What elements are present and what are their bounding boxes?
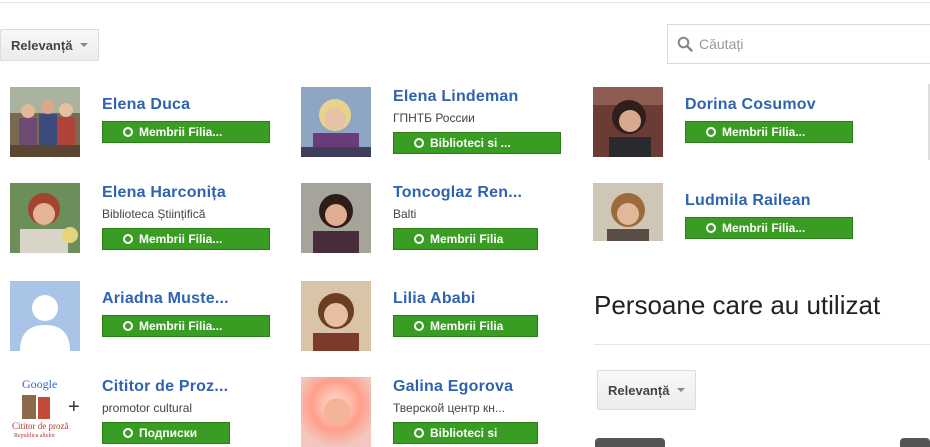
person-card[interactable]: Elena Harconița Biblioteca Științifică M… [10, 183, 280, 253]
chevron-down-icon [80, 43, 89, 47]
person-name[interactable]: Cititor de Proz... [102, 378, 228, 396]
circle-icon [706, 223, 716, 233]
person-name[interactable]: Ludmila Railean [685, 192, 811, 210]
person-card[interactable]: Ludmila Railean Membrii Filia... [593, 183, 863, 253]
logo-small-text: Republica altelor [14, 433, 56, 439]
search-icon [677, 36, 693, 52]
person-card[interactable]: Elena Duca Membrii Filia... [10, 87, 280, 157]
sort-label: Relevanță [608, 382, 670, 398]
circle-button[interactable]: Membrii Filia... [685, 121, 853, 143]
person-name[interactable]: Dorina Cosumov [685, 96, 816, 114]
circle-button[interactable]: Membrii Filia [393, 228, 538, 250]
avatar[interactable] [595, 438, 665, 447]
circle-button[interactable]: Membrii Filia... [685, 217, 853, 239]
logo-google-text: Google [22, 377, 58, 391]
person-card[interactable]: Ariadna Muste... Membrii Filia... [10, 281, 280, 351]
circle-label: Biblioteci si [430, 426, 498, 440]
person-card[interactable]: Toncoglaz Ren... Balti Membrii Filia [301, 183, 571, 253]
circle-label: Membrii Filia... [139, 125, 223, 139]
avatar[interactable] [10, 183, 80, 253]
search-placeholder: Căutați [699, 36, 744, 52]
circle-icon [414, 321, 424, 331]
circle-label: Biblioteci si ... [430, 136, 511, 150]
avatar[interactable]: + Google Cititor de proză Republica alte… [10, 377, 80, 447]
avatar[interactable] [301, 377, 371, 447]
person-subtitle: Biblioteca Științifică [102, 207, 206, 221]
section-heading: Persoane care au utilizat [594, 290, 881, 320]
logo-caption-text: Cititor de proză [12, 421, 69, 431]
person-card[interactable]: + Google Cititor de proză Republica alte… [10, 377, 280, 447]
circle-icon [414, 428, 424, 438]
circle-icon [414, 138, 424, 148]
avatar[interactable] [593, 87, 663, 157]
circle-icon [123, 234, 133, 244]
avatar[interactable] [301, 281, 371, 351]
circle-label: Подписки [139, 426, 198, 440]
circle-label: Membrii Filia... [722, 125, 806, 139]
person-subtitle: Тверской центр кн... [393, 401, 505, 415]
circle-icon [123, 428, 133, 438]
avatar[interactable] [301, 183, 371, 253]
circle-button[interactable]: Membrii Filia... [102, 315, 270, 337]
circle-icon [414, 234, 424, 244]
person-subtitle: promotor cultural [102, 401, 193, 415]
section-divider [594, 344, 930, 345]
circle-button[interactable]: Biblioteci si ... [393, 132, 561, 154]
avatar[interactable] [301, 87, 371, 157]
circle-label: Membrii Filia... [139, 319, 223, 333]
avatar[interactable] [10, 281, 80, 351]
circle-icon [706, 127, 716, 137]
circle-label: Membrii Filia [430, 232, 504, 246]
circle-button[interactable]: Подписки [102, 422, 230, 444]
chevron-down-icon [677, 388, 686, 392]
person-card[interactable]: Dorina Cosumov Membrii Filia... [593, 87, 863, 157]
circle-label: Membrii Filia... [722, 221, 806, 235]
person-name[interactable]: Elena Duca [102, 96, 190, 114]
person-name[interactable]: Elena Harconița [102, 184, 226, 202]
avatar[interactable] [900, 438, 930, 447]
circle-button[interactable]: Membrii Filia [393, 315, 538, 337]
search-box[interactable]: Căutați [667, 24, 930, 64]
avatar[interactable] [10, 87, 80, 157]
person-subtitle: ГПНТБ России [393, 111, 475, 125]
circle-button[interactable]: Biblioteci si [393, 422, 538, 444]
person-name[interactable]: Elena Lindeman [393, 88, 519, 106]
person-subtitle: Balti [393, 207, 417, 221]
circle-icon [123, 127, 133, 137]
circle-icon [123, 321, 133, 331]
sort-label: Relevanță [11, 37, 73, 53]
circle-button[interactable]: Membrii Filia... [102, 121, 270, 143]
svg-text:+: + [68, 396, 80, 418]
person-name[interactable]: Toncoglaz Ren... [393, 184, 522, 202]
section-sort-dropdown[interactable]: Relevanță [597, 370, 697, 410]
person-card[interactable]: Lilia Ababi Membrii Filia [301, 281, 571, 351]
circle-label: Membrii Filia [430, 319, 504, 333]
person-name[interactable]: Ariadna Muste... [102, 290, 229, 308]
top-divider [0, 0, 930, 3]
person-name[interactable]: Lilia Ababi [393, 290, 476, 308]
avatar[interactable] [593, 183, 663, 241]
person-name[interactable]: Galina Egorova [393, 378, 513, 396]
circle-button[interactable]: Membrii Filia... [102, 228, 270, 250]
circle-label: Membrii Filia... [139, 232, 223, 246]
sort-dropdown[interactable]: Relevanță [0, 29, 100, 61]
person-card[interactable]: Elena Lindeman ГПНТБ России Biblioteci s… [301, 87, 571, 157]
person-card[interactable]: Galina Egorova Тверской центр кн... Bibl… [301, 377, 571, 447]
